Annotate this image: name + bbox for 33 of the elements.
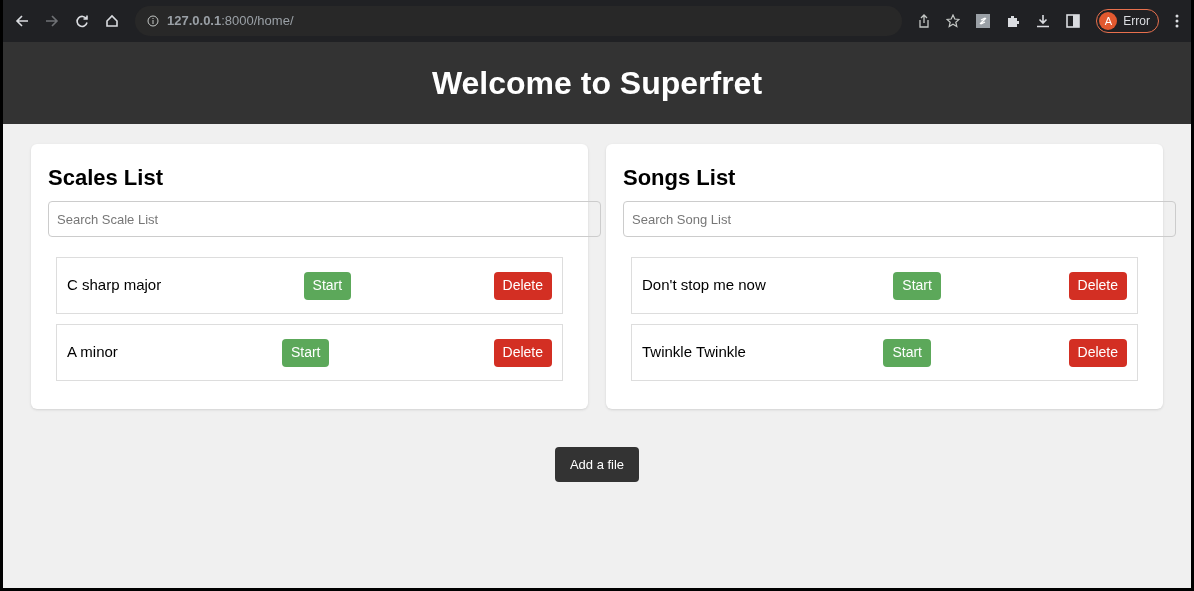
home-icon[interactable] [105, 14, 119, 28]
avatar: A [1099, 12, 1118, 30]
start-button[interactable]: Start [883, 338, 931, 367]
delete-button[interactable]: Delete [493, 271, 552, 300]
star-icon[interactable] [946, 14, 961, 28]
side-panel-icon[interactable] [1066, 14, 1081, 28]
item-name: Twinkle Twinkle [642, 342, 746, 363]
reload-icon[interactable] [75, 14, 89, 28]
item-name: Don't stop me now [642, 275, 766, 296]
delete-button[interactable]: Delete [1068, 338, 1127, 367]
page-title: Welcome to Superfret [431, 64, 763, 103]
extension-icon[interactable] [976, 14, 991, 28]
back-icon[interactable] [15, 14, 29, 28]
puzzle-icon[interactable] [1006, 14, 1021, 28]
item-name: A minor [67, 342, 118, 363]
card-title: Songs List [623, 164, 737, 192]
delete-button[interactable]: Delete [493, 338, 552, 367]
share-icon[interactable] [918, 14, 931, 28]
start-button[interactable]: Start [281, 338, 330, 367]
forward-icon[interactable] [45, 14, 59, 28]
url-field[interactable]: 127.0.0.1:8000/home/ [135, 6, 903, 36]
search-field[interactable]: Search Song List [623, 201, 1176, 237]
search-field[interactable]: Search Scale List [48, 201, 601, 237]
start-button[interactable]: Start [893, 271, 941, 300]
card-title: Scales List [48, 164, 164, 192]
info-icon[interactable] [147, 15, 159, 27]
delete-button[interactable]: Delete [1068, 271, 1127, 300]
menu-icon[interactable] [1175, 14, 1179, 28]
url-text: 127.0.0.1:8000/home/ [167, 12, 294, 31]
add-file-button[interactable]: Add a file [554, 447, 640, 482]
item-name: C sharp major [67, 275, 162, 296]
download-icon[interactable] [1036, 14, 1051, 28]
start-button[interactable]: Start [303, 271, 352, 300]
